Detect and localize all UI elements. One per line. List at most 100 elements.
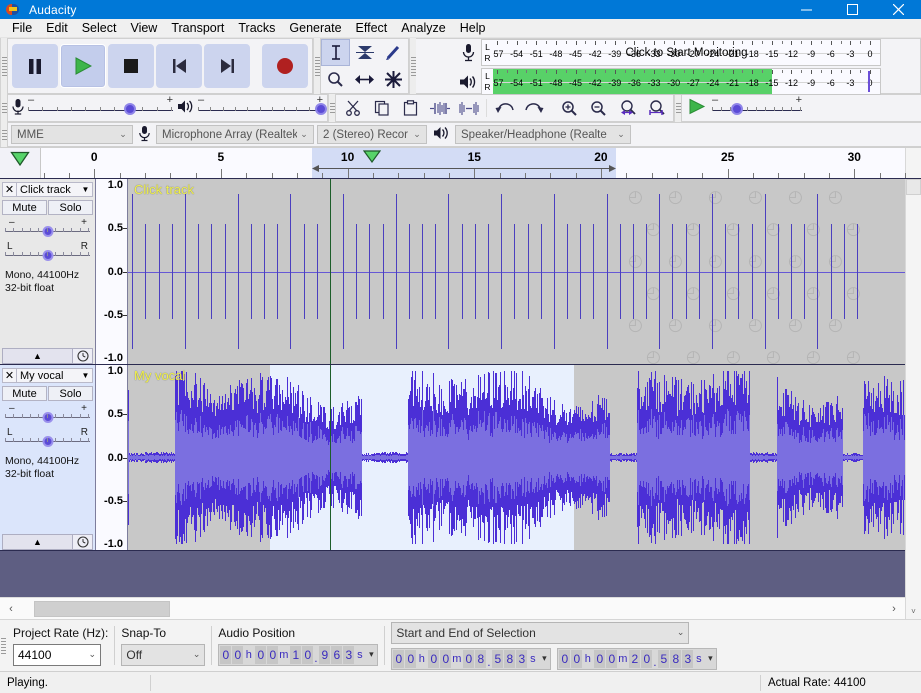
horizontal-scrollbar[interactable]: ‹ › [0, 597, 905, 619]
menu-edit[interactable]: Edit [39, 19, 75, 37]
transport-toolbar-grip[interactable] [0, 38, 7, 94]
pan-slider[interactable]: L R [5, 428, 90, 449]
zoom-tool-button[interactable] [321, 66, 350, 93]
close-track-button[interactable]: ✕ [2, 182, 17, 197]
playback-meter[interactable]: LR -57-54-51-48-45-42-39-36-33-30-27-24-… [481, 68, 881, 95]
track-name-dropdown[interactable]: Click track ▼ [17, 182, 93, 197]
quick-play-bar[interactable] [312, 165, 616, 172]
menu-generate[interactable]: Generate [282, 19, 348, 37]
collapse-track-button[interactable]: ▲ [2, 348, 73, 364]
pinned-play-head-button[interactable] [0, 148, 41, 178]
tools-toolbar-grip[interactable] [313, 38, 320, 94]
fit-project-icon[interactable] [642, 95, 671, 121]
pan-slider[interactable]: L R [5, 242, 90, 263]
recording-device-select[interactable]: Microphone Array (Realtek ⌄ [156, 125, 314, 144]
project-rate-select[interactable]: 44100 ⌄ [13, 644, 101, 666]
audio-host-select[interactable]: MME ⌄ [11, 125, 133, 144]
fit-selection-icon[interactable] [613, 95, 642, 121]
scroll-down-button[interactable]: ˅ [906, 603, 921, 619]
input-volume-slider[interactable]: – + [28, 97, 173, 119]
recording-meter-grip[interactable] [409, 38, 416, 94]
recording-meter[interactable]: LR Click to Start Monitoring -57-54-51-4… [481, 39, 881, 66]
mute-button[interactable]: Mute [2, 386, 47, 401]
pause-button[interactable] [12, 44, 58, 88]
vertical-ruler[interactable]: 1.00.50.0-0.5-1.0 [96, 179, 128, 364]
draw-tool-button[interactable] [379, 39, 408, 66]
scroll-left-button[interactable]: ‹ [0, 603, 22, 615]
collapse-track-button[interactable]: ▲ [2, 534, 73, 550]
vertical-scroll-thumb[interactable] [906, 179, 921, 195]
cut-icon[interactable] [338, 95, 367, 121]
scroll-right-button[interactable]: › [883, 603, 905, 615]
track-my-vocal[interactable]: ✕ My vocal ▼ Mute Solo – + [0, 365, 905, 551]
selection-mode-select[interactable]: Start and End of Selection ⌄ [391, 622, 689, 644]
menu-analyze[interactable]: Analyze [394, 19, 452, 37]
play-button[interactable] [60, 44, 106, 88]
zoom-out-icon[interactable] [584, 95, 613, 121]
redo-icon[interactable] [519, 95, 548, 121]
envelope-tool-button[interactable] [350, 39, 379, 66]
vertical-scrollbar[interactable]: ˅ [905, 179, 921, 619]
playback-device-select[interactable]: Speaker/Headphone (Realte ⌄ [455, 125, 631, 144]
solo-button[interactable]: Solo [48, 200, 93, 215]
timeline-selection-band[interactable] [312, 148, 616, 178]
skip-to-end-button[interactable] [204, 44, 250, 88]
waveform-click-track[interactable]: ◴◴◴◴◴◴◴◴◴◴◴◴◴◴◴◴◴◴◴◴◴◴◴◴◴◴◴◴◴◴◴◴◴◴◴◴Clic… [128, 179, 905, 364]
menu-file[interactable]: File [5, 19, 39, 37]
timeline-ruler[interactable]: 051015202530 [41, 148, 905, 178]
gain-slider[interactable]: – + [5, 218, 90, 239]
menu-select[interactable]: Select [75, 19, 124, 37]
vertical-ruler[interactable]: 1.00.50.0-0.5-1.0 [96, 365, 128, 550]
selection-toolbar-grip[interactable] [0, 620, 7, 671]
edit-toolbar-grip[interactable] [328, 94, 335, 122]
menu-tracks[interactable]: Tracks [231, 19, 282, 37]
menu-effect[interactable]: Effect [349, 19, 395, 37]
close-button[interactable] [875, 0, 921, 19]
audio-position-time[interactable]: 0 0 h 0 0 m 1 0 . 9 6 3 s ▾ [218, 644, 378, 666]
snap-to-select[interactable]: Off ⌄ [121, 644, 205, 666]
ss-h1: 0 [393, 650, 404, 668]
audio-position-spinner[interactable]: ▾ [365, 645, 377, 665]
menu-transport[interactable]: Transport [164, 19, 231, 37]
timeshift-tool-button[interactable] [350, 66, 379, 93]
menu-view[interactable]: View [123, 19, 164, 37]
clock-icon[interactable] [73, 534, 93, 550]
zoom-in-icon[interactable] [555, 95, 584, 121]
selection-tool-button[interactable] [321, 39, 350, 66]
play-at-speed-icon[interactable] [687, 98, 706, 118]
mute-button[interactable]: Mute [2, 200, 47, 215]
undo-icon[interactable] [490, 95, 519, 121]
selection-end-spinner[interactable]: ▾ [704, 649, 716, 669]
stop-button[interactable] [108, 44, 154, 88]
minimize-button[interactable] [783, 0, 829, 19]
empty-track-background[interactable] [0, 551, 905, 597]
track-click-track[interactable]: ✕ Click track ▼ Mute Solo – + [0, 179, 905, 365]
trim-outside-icon[interactable] [425, 95, 454, 121]
copy-icon[interactable] [367, 95, 396, 121]
device-toolbar-grip[interactable] [0, 122, 7, 147]
output-volume-slider[interactable]: – + [198, 97, 323, 119]
multi-tool-button[interactable] [379, 66, 408, 93]
gain-slider[interactable]: – + [5, 404, 90, 425]
horizontal-scroll-thumb[interactable] [34, 601, 170, 617]
play-speed-slider[interactable]: – + [712, 97, 802, 119]
skip-to-start-button[interactable] [156, 44, 202, 88]
menu-help[interactable]: Help [453, 19, 493, 37]
waveform-my-vocal[interactable]: My vocal [128, 365, 905, 550]
clock-icon[interactable] [73, 348, 93, 364]
maximize-button[interactable] [829, 0, 875, 19]
menu-bar: File Edit Select View Transport Tracks G… [0, 19, 921, 38]
selection-start-time[interactable]: 0 0 h 0 0 m 0 8 . 5 8 3 s ▾ [391, 648, 551, 670]
play-at-speed-grip[interactable] [674, 94, 681, 122]
close-track-button[interactable]: ✕ [2, 368, 17, 383]
track-name-dropdown[interactable]: My vocal ▼ [17, 368, 93, 383]
selection-end-time[interactable]: 0 0 h 0 0 m 2 0 . 5 8 3 s ▾ [557, 648, 717, 670]
paste-icon[interactable] [396, 95, 425, 121]
solo-button[interactable]: Solo [48, 386, 93, 401]
mixer-toolbar-grip[interactable] [0, 94, 7, 122]
record-button[interactable] [262, 44, 308, 88]
play-head-indicator[interactable] [363, 150, 381, 166]
silence-selection-icon[interactable] [454, 95, 483, 121]
selection-start-spinner[interactable]: ▾ [538, 649, 550, 669]
recording-channels-select[interactable]: 2 (Stereo) Recor ⌄ [317, 125, 427, 144]
